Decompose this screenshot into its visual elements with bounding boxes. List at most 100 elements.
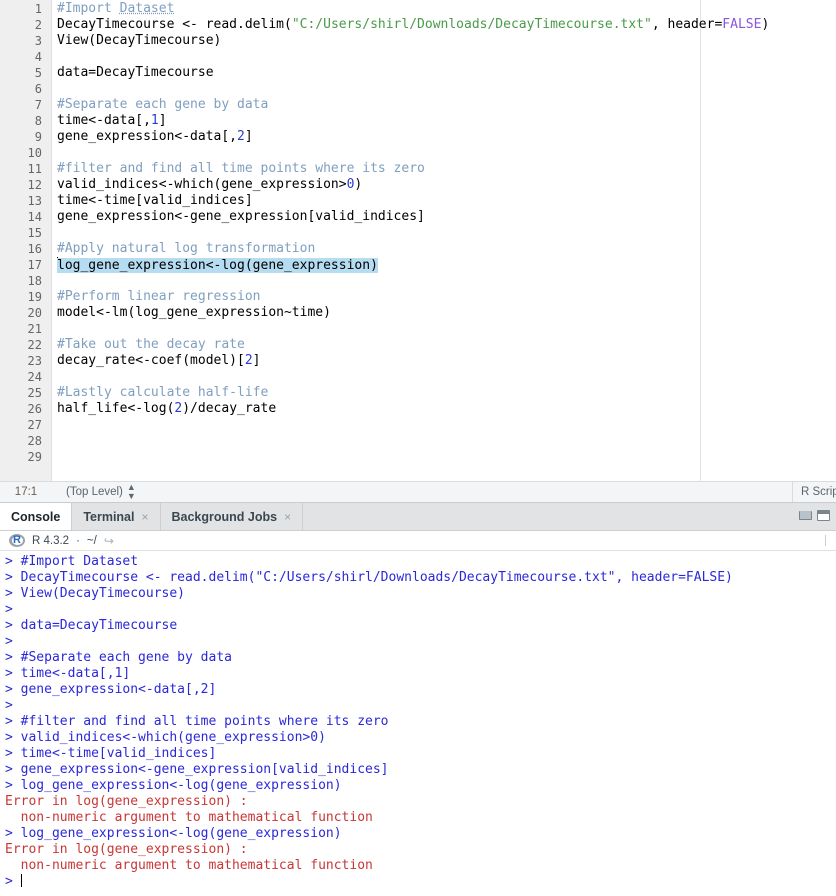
code-line[interactable] bbox=[52, 145, 836, 161]
line-number: 28 bbox=[27, 434, 42, 448]
code-line[interactable] bbox=[52, 225, 836, 241]
maximize-icon[interactable] bbox=[817, 510, 830, 521]
code-line[interactable]: DecayTimecourse <- read.delim("C:/Users/… bbox=[52, 17, 836, 33]
code-token: ] bbox=[244, 129, 253, 144]
console-error-text: Error in log(gene_expression) : bbox=[5, 794, 256, 809]
console-input-text: > log_gene_expression<-log(gene_expressi… bbox=[5, 778, 342, 793]
console-line: > bbox=[5, 698, 836, 714]
console-line: > bbox=[5, 634, 836, 650]
tab-background-jobs[interactable]: Background Jobs × bbox=[161, 503, 304, 530]
code-token: ] bbox=[158, 113, 167, 128]
tab-label: Terminal bbox=[83, 509, 135, 524]
line-number: 19 bbox=[27, 290, 42, 304]
line-number: 18 bbox=[27, 274, 42, 288]
minimize-icon[interactable] bbox=[799, 511, 812, 520]
console-line: Error in log(gene_expression) : bbox=[5, 842, 836, 858]
console-error-text: non-numeric argument to mathematical fun… bbox=[5, 858, 373, 873]
source-editor-body[interactable]: 1 2 3 4 5 6 7 8 9 10 11 12 13 14 15 16 17 18 19 20 21 22 23 24 2… bbox=[0, 0, 836, 481]
code-line[interactable]: #Lastly calculate half-life bbox=[52, 385, 836, 401]
code-line[interactable] bbox=[52, 81, 836, 97]
line-number: 29 bbox=[27, 450, 42, 464]
code-token: DecayTimecourse <- read.delim( bbox=[57, 17, 292, 32]
code-line[interactable]: decay_rate<-coef(model)[2] bbox=[52, 353, 836, 369]
line-number: 23 bbox=[27, 354, 42, 368]
code-line[interactable] bbox=[52, 273, 836, 289]
line-number: 21 bbox=[27, 322, 42, 336]
console-input-text: > bbox=[5, 698, 21, 713]
document-type-selector[interactable]: R Script bbox=[792, 482, 836, 502]
code-area[interactable]: #Import Dataset DecayTimecourse <- read.d… bbox=[52, 0, 836, 481]
console-input-text: > time<-data[,1] bbox=[5, 666, 131, 681]
code-line[interactable]: #Apply natural log transformation bbox=[52, 241, 836, 257]
editor-status-bar: 17:1 (Top Level) ▲▼ R Script bbox=[0, 481, 836, 503]
code-line[interactable]: time<-data[,1] bbox=[52, 113, 836, 129]
code-line[interactable] bbox=[52, 49, 836, 65]
r-logo-letter: R bbox=[13, 534, 21, 546]
cursor-position-indicator[interactable]: 17:1 bbox=[0, 486, 52, 498]
code-line[interactable]: gene_expression<-data[,2] bbox=[52, 129, 836, 145]
code-token: time<-data[, bbox=[57, 113, 151, 128]
code-token: gene_expression<-gene_expression[valid_i… bbox=[57, 209, 425, 224]
console-line: > gene_expression<-gene_expression[valid… bbox=[5, 762, 836, 778]
code-line[interactable]: #filter and find all time points where i… bbox=[52, 161, 836, 177]
line-number: 9 bbox=[34, 130, 42, 144]
tab-terminal[interactable]: Terminal × bbox=[72, 503, 161, 530]
code-line[interactable] bbox=[52, 433, 836, 449]
line-number: 3 bbox=[34, 34, 42, 48]
console-line: > #Separate each gene by data bbox=[5, 650, 836, 666]
line-number: 5 bbox=[34, 66, 42, 80]
line-number: 8 bbox=[34, 114, 42, 128]
code-token: 2 bbox=[237, 129, 245, 144]
console-input-text: > bbox=[5, 602, 21, 617]
code-line[interactable] bbox=[52, 449, 836, 465]
code-token: model<-lm(log_gene_expression~time) bbox=[57, 305, 331, 320]
code-line[interactable] bbox=[52, 321, 836, 337]
tab-console[interactable]: Console bbox=[0, 503, 73, 530]
code-scope-selector[interactable]: (Top Level) ▲ ▼ bbox=[66, 483, 136, 501]
console-input-text: > View(DecayTimecourse) bbox=[5, 586, 186, 601]
source-editor-pane[interactable]: 1 2 3 4 5 6 7 8 9 10 11 12 13 14 15 16 17 18 19 20 21 22 23 24 2… bbox=[0, 0, 836, 481]
console-line: > data=DecayTimecourse bbox=[5, 618, 836, 634]
code-line[interactable] bbox=[52, 417, 836, 433]
code-line[interactable]: valid_indices<-which(gene_expression>0) bbox=[52, 177, 836, 193]
console-tab-bar: Console Terminal × Background Jobs × bbox=[0, 503, 836, 531]
rstudio-window: 1 2 3 4 5 6 7 8 9 10 11 12 13 14 15 16 17 18 19 20 21 22 23 24 2… bbox=[0, 0, 836, 896]
code-token: 1 bbox=[150, 113, 159, 128]
code-line[interactable]: log_gene_expression<-log(gene_expression… bbox=[52, 257, 836, 273]
console-caret bbox=[20, 874, 22, 887]
code-scope-label: (Top Level) bbox=[66, 486, 123, 498]
console-line: > log_gene_expression<-log(gene_expressi… bbox=[5, 826, 836, 842]
code-token: decay_rate<-coef(model)[ bbox=[57, 353, 245, 368]
line-number: 1 bbox=[34, 2, 42, 16]
console-line: non-numeric argument to mathematical fun… bbox=[5, 858, 836, 874]
code-line[interactable]: gene_expression<-gene_expression[valid_i… bbox=[52, 209, 836, 225]
line-number: 27 bbox=[27, 418, 42, 432]
code-line[interactable]: #Take out the decay rate bbox=[52, 337, 836, 353]
code-line[interactable]: #Import Dataset bbox=[52, 1, 836, 17]
code-line[interactable] bbox=[52, 369, 836, 385]
code-line[interactable]: model<-lm(log_gene_expression~time) bbox=[52, 305, 836, 321]
close-icon[interactable]: × bbox=[141, 510, 148, 524]
code-line[interactable]: #Perform linear regression bbox=[52, 289, 836, 305]
console-line: > gene_expression<-data[,2] bbox=[5, 682, 836, 698]
code-token: FALSE bbox=[722, 17, 762, 32]
working-directory-link[interactable]: ~/ bbox=[87, 535, 97, 547]
share-arrow-icon[interactable]: ↪ bbox=[104, 535, 114, 547]
code-token: ) bbox=[761, 17, 770, 32]
console-line: > time<-time[valid_indices] bbox=[5, 746, 836, 762]
code-token: , header= bbox=[651, 17, 723, 32]
code-token: Dataset bbox=[119, 1, 175, 16]
line-number: 22 bbox=[27, 338, 42, 352]
code-line[interactable]: half_life<-log(2)/decay_rate bbox=[52, 401, 836, 417]
code-line[interactable]: data=DecayTimecourse bbox=[52, 65, 836, 81]
close-icon[interactable]: × bbox=[284, 510, 291, 524]
console-output[interactable]: > #Import Dataset > DecayTimecourse <- re… bbox=[0, 551, 836, 896]
up-down-chevron-icon: ▲ ▼ bbox=[126, 482, 136, 501]
console-line: > DecayTimecourse <- read.delim("C:/User… bbox=[5, 570, 836, 586]
console-error-text: non-numeric argument to mathematical fun… bbox=[5, 810, 373, 825]
r-logo-icon: R bbox=[9, 534, 25, 547]
code-token: "C:/Users/shirl/Downloads/DecayTimecours… bbox=[291, 17, 652, 32]
code-line[interactable]: #Separate each gene by data bbox=[52, 97, 836, 113]
code-line[interactable]: View(DecayTimecourse) bbox=[52, 33, 836, 49]
code-line[interactable]: time<-time[valid_indices] bbox=[52, 193, 836, 209]
